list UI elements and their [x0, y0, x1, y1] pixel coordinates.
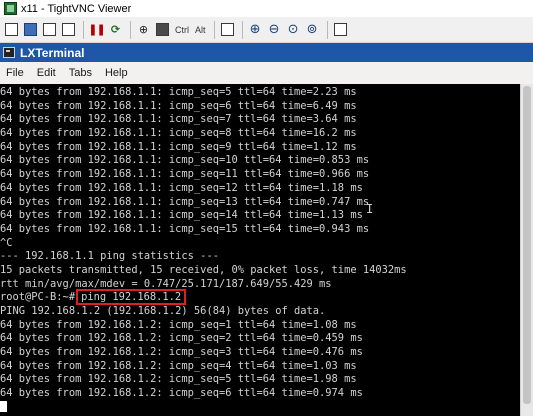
terminal-line: 64 bytes from 192.168.1.1: icmp_seq=6 tt… [0, 99, 357, 112]
zoom-100-icon[interactable]: ⊙ [285, 21, 302, 38]
lxterminal-menubar: File Edit Tabs Help [0, 62, 533, 84]
send-keys-icon[interactable]: ⊕ [135, 21, 152, 38]
info-icon[interactable] [60, 21, 77, 38]
copy-icon[interactable] [41, 21, 58, 38]
cursor-line [0, 401, 520, 415]
terminal-line: 15 packets transmitted, 15 received, 0% … [0, 263, 407, 276]
fullscreen-icon[interactable] [332, 21, 349, 38]
toolbar-divider [326, 20, 328, 39]
ctrl-alt-del-icon[interactable] [154, 21, 171, 38]
terminal-line: --- 192.168.1.1 ping statistics --- [0, 250, 219, 263]
terminal-scrollbar[interactable] [520, 84, 533, 416]
terminal-line: 64 bytes from 192.168.1.1: icmp_seq=9 tt… [0, 140, 357, 153]
terminal-lines: 64 bytes from 192.168.1.1: icmp_seq=5 tt… [0, 86, 520, 415]
vnc-titlebar: x11 - TightVNC Viewer [0, 0, 533, 17]
terminal-line: 64 bytes from 192.168.1.2: icmp_seq=6 tt… [0, 387, 363, 400]
lxterminal-titlebar: LXTerminal [0, 43, 533, 62]
terminal-line: 64 bytes from 192.168.1.1: icmp_seq=7 tt… [0, 113, 357, 126]
terminal-icon [3, 47, 15, 58]
terminal-line: ^C [0, 236, 13, 249]
zoom-out-icon[interactable]: ⊖ [266, 21, 283, 38]
terminal-line: 64 bytes from 192.168.1.2: icmp_seq=1 tt… [0, 318, 357, 331]
vnc-window-title: x11 - TightVNC Viewer [21, 2, 132, 15]
toolbar-divider [83, 20, 84, 39]
refresh-icon[interactable]: ⟳ [107, 21, 124, 38]
zoom-fit-icon[interactable]: ⊚ [304, 21, 321, 38]
highlighted-command: ping 192.168.1.2 [76, 289, 187, 306]
clipboard-icon[interactable] [219, 21, 236, 38]
menu-file[interactable]: File [6, 67, 24, 79]
terminal-line: PING 192.168.1.2 (192.168.1.2) 56(84) by… [0, 305, 326, 317]
lxterminal-title: LXTerminal [20, 45, 85, 60]
terminal-line: 64 bytes from 192.168.1.1: icmp_seq=11 t… [0, 168, 370, 181]
terminal-line: 64 bytes from 192.168.1.1: icmp_seq=15 t… [0, 222, 370, 235]
toolbar-divider [130, 20, 131, 39]
terminal-line: 64 bytes from 192.168.1.2: icmp_seq=4 tt… [0, 359, 357, 372]
terminal-line: 64 bytes from 192.168.1.1: icmp_seq=12 t… [0, 181, 363, 194]
menu-edit[interactable]: Edit [37, 67, 56, 79]
terminal-line: 64 bytes from 192.168.1.1: icmp_seq=10 t… [0, 154, 370, 167]
terminal-line: 64 bytes from 192.168.1.2: icmp_seq=5 tt… [0, 373, 357, 386]
terminal-line: 64 bytes from 192.168.1.1: icmp_seq=8 tt… [0, 127, 357, 140]
zoom-in-icon[interactable]: ⊕ [247, 21, 264, 38]
toolbar-divider [213, 20, 215, 39]
terminal-line: 64 bytes from 192.168.1.1: icmp_seq=13 t… [0, 195, 370, 208]
scrollbar-thumb[interactable] [523, 86, 531, 404]
toolbar-divider [241, 20, 243, 39]
tightvnc-icon [4, 2, 17, 15]
save-icon[interactable] [22, 21, 39, 38]
terminal-line: 64 bytes from 192.168.1.1: icmp_seq=14 t… [0, 209, 363, 222]
vnc-toolbar: ❚❚ ⟳ ⊕ Ctrl Alt ⊕ ⊖ ⊙ ⊚ [0, 17, 533, 43]
terminal-line: 64 bytes from 192.168.1.2: icmp_seq=3 tt… [0, 346, 363, 359]
terminal-line: 64 bytes from 192.168.1.1: icmp_seq=5 tt… [0, 86, 357, 98]
new-connection-icon[interactable] [3, 21, 20, 38]
pause-icon[interactable]: ❚❚ [88, 21, 105, 38]
menu-tabs[interactable]: Tabs [69, 67, 92, 79]
menu-help[interactable]: Help [105, 67, 128, 79]
text-cursor [0, 401, 7, 413]
prompt-line: root@PC-B:~# ping 192.168.1.2 [0, 289, 520, 306]
terminal-line: 64 bytes from 192.168.1.2: icmp_seq=2 tt… [0, 332, 363, 345]
shell-prompt: root@PC-B:~# [0, 291, 76, 304]
alt-button[interactable]: Alt [193, 21, 208, 38]
ctrl-button[interactable]: Ctrl [173, 21, 191, 38]
terminal-output[interactable]: 64 bytes from 192.168.1.1: icmp_seq=5 tt… [0, 84, 520, 416]
ibeam-cursor-icon: I [366, 202, 374, 216]
